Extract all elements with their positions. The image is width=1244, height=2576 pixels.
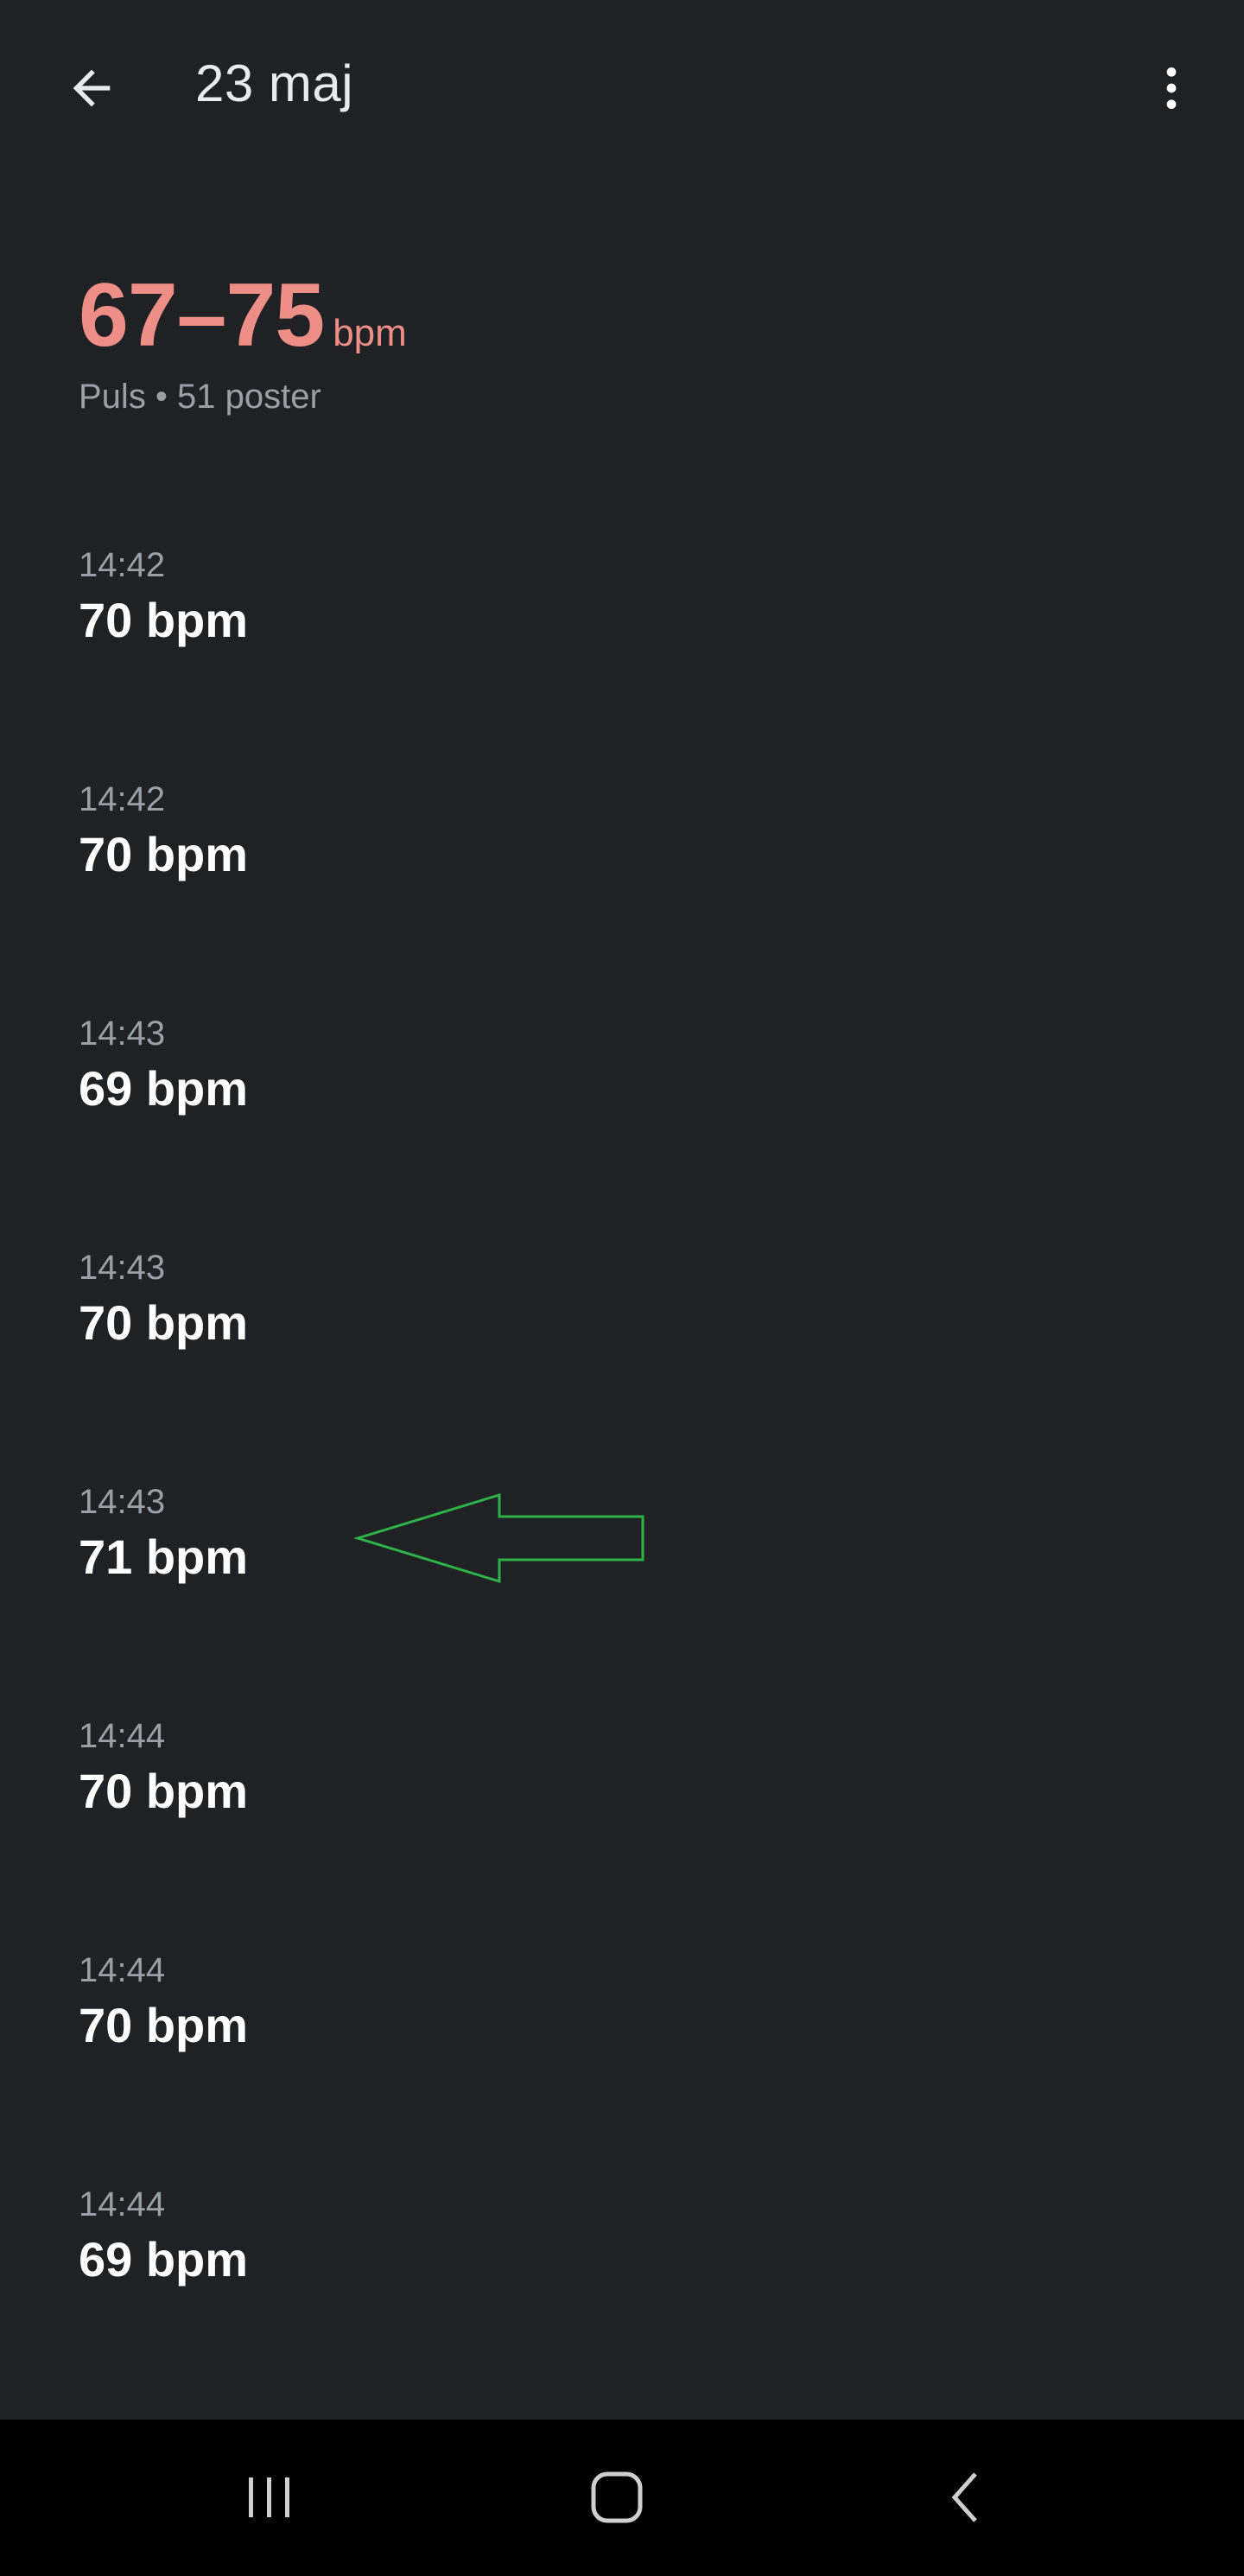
record-time: 14:43 (79, 1249, 166, 1287)
back-button[interactable] (54, 50, 130, 126)
list-item[interactable]: 14:42 70 bpm (79, 779, 248, 1013)
range-line: 67–75 bpm (79, 264, 407, 367)
arrow-back-icon (73, 69, 111, 107)
record-value: 70 bpm (79, 827, 249, 881)
bpm-range: 67–75 (79, 265, 325, 366)
record-value: 70 bpm (79, 1998, 249, 2052)
home-icon (591, 2471, 643, 2523)
records-list: 14:42 70 bpm 14:42 70 bpm 14:43 69 bpm 1… (79, 544, 248, 2418)
green-arrow-annotation (354, 1492, 644, 1584)
list-item[interactable]: 14:43 69 bpm (79, 1013, 248, 1247)
nav-back-icon (951, 2472, 977, 2522)
list-item[interactable]: 14:43 70 bpm (79, 1247, 248, 1481)
record-value: 70 bpm (79, 593, 249, 647)
record-time: 14:43 (79, 1483, 166, 1521)
record-time: 14:43 (79, 1014, 166, 1053)
nav-back-button[interactable] (914, 2454, 1018, 2541)
record-value: 71 bpm (79, 1530, 249, 1584)
list-item[interactable]: 14:43 71 bpm (79, 1481, 248, 1715)
list-item[interactable]: 14:44 70 bpm (79, 1715, 248, 1949)
screen: 23 maj 67–75 bpm Puls • 51 poster 14:42 … (0, 0, 1244, 2576)
record-time: 14:44 (79, 1717, 166, 1755)
list-item[interactable]: 14:44 69 bpm (79, 2184, 248, 2418)
home-button[interactable] (565, 2454, 669, 2541)
record-value: 69 bpm (79, 2232, 249, 2287)
list-item[interactable]: 14:44 70 bpm (79, 1949, 248, 2184)
page-title: 23 maj (195, 54, 354, 112)
recents-icon (249, 2477, 289, 2517)
recents-button[interactable] (218, 2454, 321, 2541)
summary-subtitle: Puls • 51 poster (79, 378, 321, 416)
record-value: 69 bpm (79, 1061, 249, 1116)
list-item[interactable]: 14:42 70 bpm (79, 544, 248, 779)
record-value: 70 bpm (79, 1764, 249, 1818)
app-bar: 23 maj (0, 0, 1244, 173)
record-time: 14:44 (79, 2185, 166, 2223)
bpm-range-unit: bpm (333, 312, 407, 354)
record-time: 14:44 (79, 1951, 166, 1989)
system-nav-bar (0, 2420, 1244, 2576)
more-options-button[interactable] (1133, 50, 1209, 126)
more-vert-icon (1166, 67, 1177, 109)
heart-rate-summary: 67–75 bpm Puls • 51 poster (79, 264, 407, 417)
record-time: 14:42 (79, 546, 166, 584)
record-time: 14:42 (79, 780, 166, 818)
record-value: 70 bpm (79, 1295, 249, 1350)
